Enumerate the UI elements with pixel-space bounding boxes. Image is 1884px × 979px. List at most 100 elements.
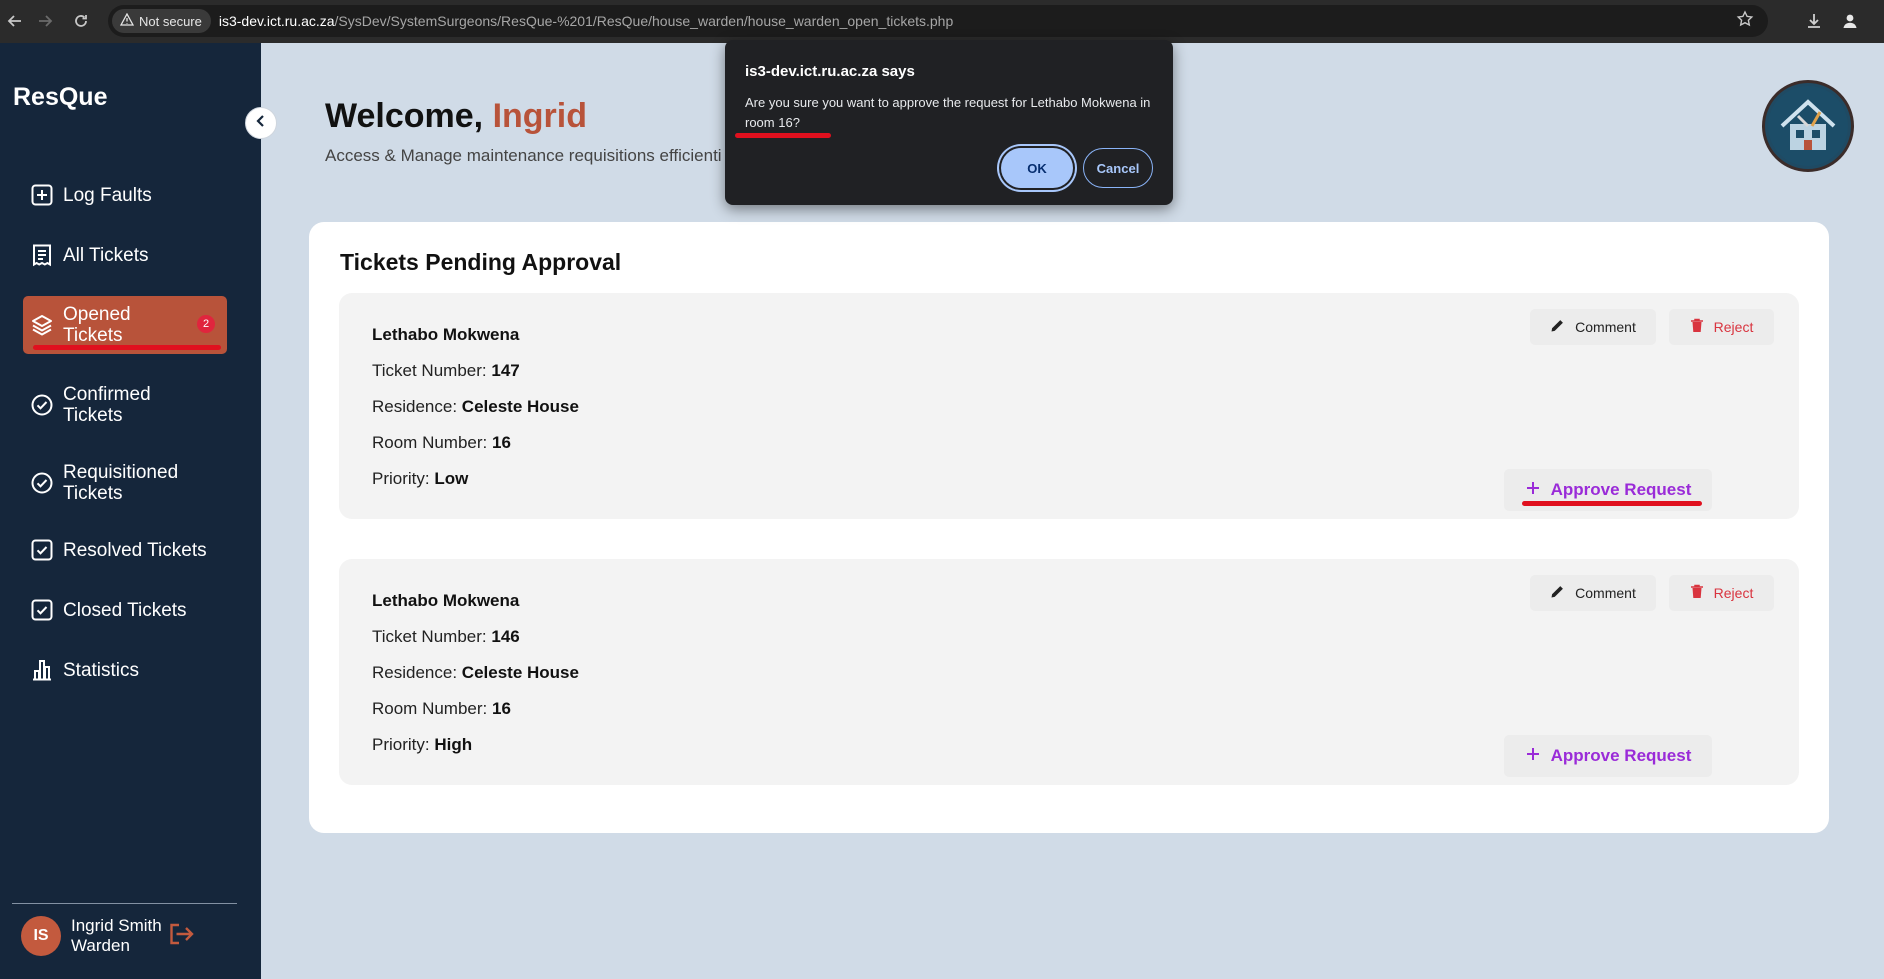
residence-value: Celeste House bbox=[461, 397, 579, 416]
priority-label: Priority: bbox=[372, 469, 430, 488]
sidebar-item-closed-tickets[interactable]: Closed Tickets bbox=[23, 595, 227, 625]
chevron-left-icon bbox=[255, 114, 267, 133]
back-icon[interactable] bbox=[0, 6, 30, 36]
bookmark-star-icon[interactable] bbox=[1736, 10, 1754, 33]
ticket-card: Lethabo Mokwena Ticket Number: 147 Resid… bbox=[339, 293, 1799, 519]
residence-logo bbox=[1762, 80, 1854, 172]
trash-icon bbox=[1690, 318, 1704, 336]
sidebar-item-label: All Tickets bbox=[63, 244, 149, 266]
comment-label: Comment bbox=[1575, 585, 1636, 601]
address-bar[interactable]: Not secure is3-dev.ict.ru.ac.za/SysDev/S… bbox=[108, 5, 1768, 37]
approve-request-button[interactable]: Approve Request bbox=[1504, 735, 1712, 777]
comment-button[interactable]: Comment bbox=[1530, 309, 1656, 345]
plus-square-icon bbox=[29, 182, 55, 208]
url-text: is3-dev.ict.ru.ac.za/SysDev/SystemSurgeo… bbox=[219, 13, 953, 29]
reject-button[interactable]: Reject bbox=[1669, 309, 1774, 345]
sidebar-item-log-faults[interactable]: Log Faults bbox=[23, 180, 227, 210]
sidebar: ResQue Log Faults All Tickets Opened Tic… bbox=[0, 43, 261, 979]
welcome-prefix: Welcome, bbox=[325, 97, 484, 135]
sidebar-divider bbox=[12, 903, 237, 904]
comment-label: Comment bbox=[1575, 319, 1636, 335]
annotation-underline bbox=[33, 345, 221, 350]
brand-logo-text: ResQue bbox=[13, 83, 108, 111]
ticket-requester-name: Lethabo Mokwena bbox=[372, 325, 520, 344]
comment-button[interactable]: Comment bbox=[1530, 575, 1656, 611]
security-indicator[interactable]: Not secure bbox=[112, 9, 211, 33]
room-row: Room Number: 16 bbox=[372, 433, 511, 453]
sidebar-item-label: Log Faults bbox=[63, 184, 152, 206]
check-circle-icon bbox=[29, 392, 55, 418]
priority-value: Low bbox=[434, 469, 469, 488]
residence-label: Residence: bbox=[372, 397, 458, 416]
sidebar-item-label: Opened Tickets bbox=[63, 304, 131, 346]
confirm-dialog: is3-dev.ict.ru.ac.za says Are you sure y… bbox=[725, 40, 1173, 205]
priority-row: Priority: Low bbox=[372, 469, 468, 489]
notification-badge: 2 bbox=[197, 315, 215, 333]
residence-label: Residence: bbox=[372, 663, 458, 682]
user-role: Warden bbox=[71, 936, 130, 955]
sidebar-item-label: Confirmed Tickets bbox=[63, 384, 151, 426]
sidebar-item-statistics[interactable]: Statistics bbox=[23, 655, 227, 685]
residence-row: Residence: Celeste House bbox=[372, 663, 579, 683]
approve-label: Approve Request bbox=[1550, 746, 1692, 765]
sidebar-item-label: Resolved Tickets bbox=[63, 539, 207, 561]
receipt-icon bbox=[29, 242, 55, 268]
room-row: Room Number: 16 bbox=[372, 699, 511, 719]
ticket-number-value: 147 bbox=[491, 361, 520, 380]
sidebar-item-all-tickets[interactable]: All Tickets bbox=[23, 240, 227, 270]
page-title: Welcome, Ingrid bbox=[325, 97, 587, 136]
annotation-underline bbox=[1522, 501, 1702, 506]
pencil-icon bbox=[1550, 584, 1565, 602]
priority-row: Priority: High bbox=[372, 735, 472, 755]
logout-icon[interactable] bbox=[167, 921, 195, 952]
pencil-icon bbox=[1550, 318, 1565, 336]
panel-title: Tickets Pending Approval bbox=[340, 249, 622, 275]
reload-icon[interactable] bbox=[66, 6, 96, 36]
sidebar-item-label: Statistics bbox=[63, 659, 140, 681]
sidebar-item-requisitioned-tickets[interactable]: Requisitioned Tickets bbox=[23, 461, 227, 505]
forward-icon[interactable] bbox=[30, 6, 60, 36]
warning-icon bbox=[119, 12, 135, 29]
user-profile: IS Ingrid Smith Warden bbox=[21, 916, 162, 956]
ticket-number-label: Ticket Number: bbox=[372, 361, 487, 380]
residence-value: Celeste House bbox=[461, 663, 579, 682]
dialog-title: is3-dev.ict.ru.ac.za says bbox=[745, 63, 915, 80]
dialog-ok-button[interactable]: OK bbox=[1001, 148, 1073, 188]
welcome-name: Ingrid bbox=[492, 97, 587, 135]
user-info: Ingrid Smith Warden bbox=[71, 916, 162, 956]
ticket-requester-name: Lethabo Mokwena bbox=[372, 591, 520, 610]
reject-button[interactable]: Reject bbox=[1669, 575, 1774, 611]
sidebar-item-label: Requisitioned Tickets bbox=[63, 462, 179, 504]
approve-label: Approve Request bbox=[1550, 480, 1692, 499]
page-subtitle: Access & Manage maintenance requisitions… bbox=[325, 146, 722, 165]
layers-icon bbox=[29, 312, 55, 338]
priority-label: Priority: bbox=[372, 735, 430, 754]
room-label: Room Number: bbox=[372, 433, 488, 452]
ticket-number-row: Ticket Number: 146 bbox=[372, 627, 520, 647]
ticket-number-label: Ticket Number: bbox=[372, 627, 487, 646]
tickets-panel: Tickets Pending Approval Lethabo Mokwena… bbox=[309, 222, 1829, 833]
check-square-icon bbox=[29, 537, 55, 563]
priority-value: High bbox=[434, 735, 473, 754]
ticket-number-value: 146 bbox=[491, 627, 520, 646]
plus-icon bbox=[1525, 480, 1541, 501]
annotation-underline bbox=[735, 133, 831, 138]
avatar: IS bbox=[21, 916, 61, 956]
sidebar-item-label: Closed Tickets bbox=[63, 599, 187, 621]
sidebar-item-confirmed-tickets[interactable]: Confirmed Tickets bbox=[23, 383, 227, 427]
trash-icon bbox=[1690, 584, 1704, 602]
profile-icon[interactable] bbox=[1836, 7, 1864, 35]
security-label: Not secure bbox=[139, 13, 202, 29]
download-icon[interactable] bbox=[1800, 7, 1828, 35]
sidebar-collapse-button[interactable] bbox=[245, 107, 277, 139]
plus-icon bbox=[1525, 746, 1541, 767]
bar-chart-icon bbox=[29, 657, 55, 683]
ticket-number-row: Ticket Number: 147 bbox=[372, 361, 520, 381]
ticket-card: Lethabo Mokwena Ticket Number: 146 Resid… bbox=[339, 559, 1799, 785]
check-circle-icon bbox=[29, 470, 55, 496]
check-square-icon bbox=[29, 597, 55, 623]
url-host: is3-dev.ict.ru.ac.za bbox=[218, 13, 335, 29]
sidebar-item-resolved-tickets[interactable]: Resolved Tickets bbox=[23, 535, 227, 565]
url-path: /SysDev/SystemSurgeons/ResQue-%201/ResQu… bbox=[334, 13, 954, 29]
dialog-cancel-button[interactable]: Cancel bbox=[1083, 148, 1153, 188]
